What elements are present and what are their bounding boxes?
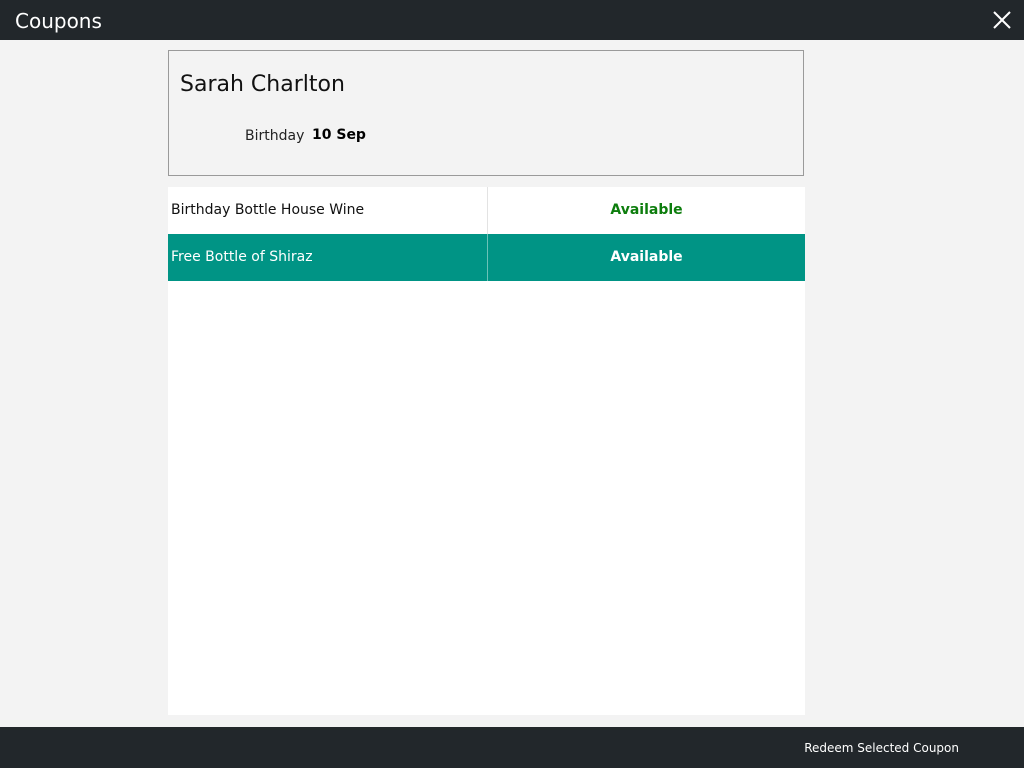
redeem-selected-coupon-button[interactable]: Redeem Selected Coupon: [804, 740, 959, 756]
coupon-name: Free Bottle of Shiraz: [171, 249, 313, 265]
birthday-value: 10 Sep: [312, 127, 366, 143]
coupon-row[interactable]: Free Bottle of Shiraz Available: [168, 234, 805, 281]
title-bar: Coupons: [0, 0, 1024, 40]
window-title: Coupons: [15, 9, 102, 33]
customer-card: Sarah Charlton Birthday 10 Sep: [168, 50, 804, 176]
customer-name: Sarah Charlton: [180, 72, 345, 97]
footer-bar: Redeem Selected Coupon: [0, 727, 1024, 768]
birthday-label: Birthday: [245, 128, 305, 144]
close-button[interactable]: [992, 10, 1012, 30]
coupon-name: Birthday Bottle House Wine: [171, 202, 365, 218]
coupon-status: Available: [610, 249, 683, 265]
coupon-status: Available: [610, 202, 683, 218]
close-icon: [992, 10, 1012, 30]
coupon-list: Birthday Bottle House Wine Available Fre…: [168, 187, 805, 715]
coupon-row[interactable]: Birthday Bottle House Wine Available: [168, 187, 805, 234]
